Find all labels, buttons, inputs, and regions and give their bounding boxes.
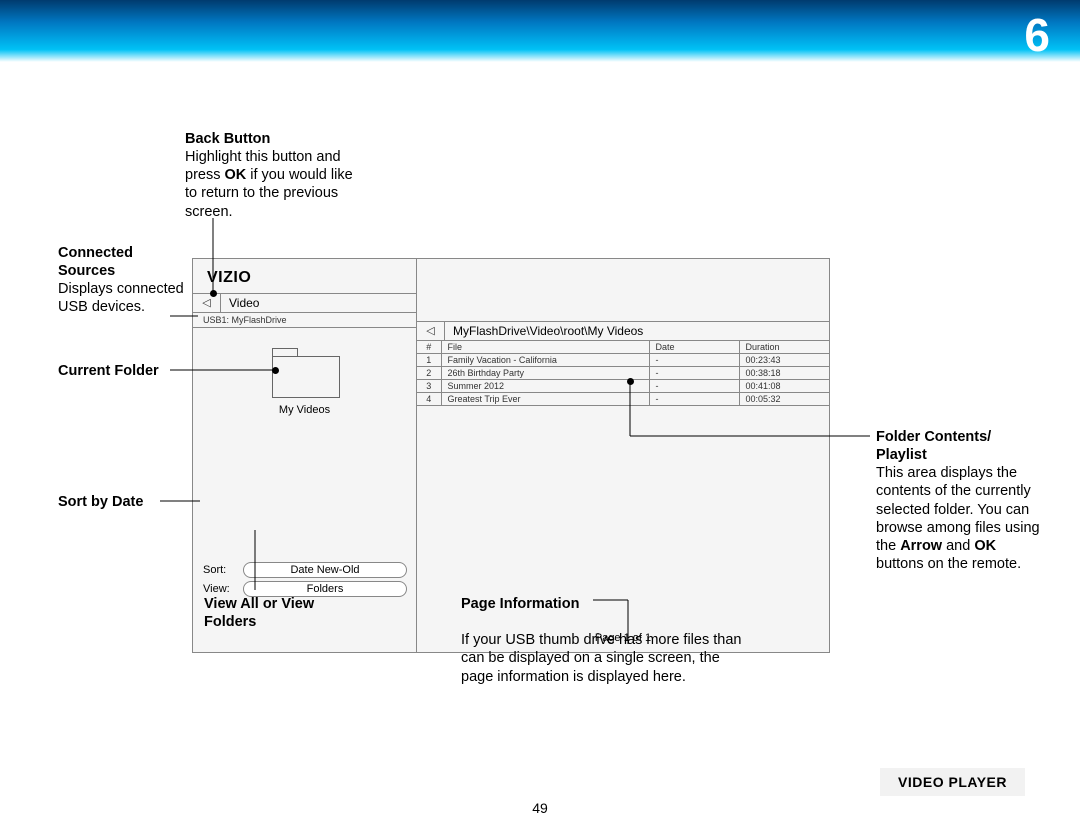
current-folder-area: My Videos [193,328,416,416]
table-row[interactable]: 226th Birthday Party-00:38:18 [417,367,829,380]
nav-title: Video [221,293,259,313]
cell-file: Greatest Trip Ever [441,393,649,406]
table-header-row: # File Date Duration [417,341,829,354]
cell-num: 3 [417,380,441,393]
col-date: Date [649,341,739,354]
file-table: # File Date Duration 1Family Vacation - … [417,341,829,406]
cell-date: - [649,354,739,367]
right-panel: ◁ MyFlashDrive\Video\root\My Videos # Fi… [417,259,829,652]
vizio-logo: VIZIO [193,259,416,293]
col-file: File [441,341,649,354]
cell-file: Summer 2012 [441,380,649,393]
cell-date: - [649,380,739,393]
cell-date: - [649,393,739,406]
callout-current-folder: Current Folder [58,362,184,380]
cell-duration: 00:23:43 [739,354,829,367]
callout-back-button: Back Button Highlight this button and pr… [185,130,355,221]
callout-connected-sources: Connected Sources Displays connected USB… [58,244,184,317]
table-row[interactable]: 4Greatest Trip Ever-00:05:32 [417,393,829,406]
col-duration: Duration [739,341,829,354]
callout-folder-contents: Folder Contents/ Playlist This area disp… [876,428,1042,573]
cell-file: 26th Birthday Party [441,367,649,380]
view-label: View: [203,583,243,595]
cell-num: 1 [417,354,441,367]
callout-page-info: Page Information If your USB thumb drive… [461,595,751,686]
cell-num: 2 [417,367,441,380]
callout-sort-by-date: Sort by Date [58,493,184,511]
path-text: MyFlashDrive\Video\root\My Videos [445,321,643,341]
folder-icon [272,348,338,396]
cell-date: - [649,367,739,380]
cell-file: Family Vacation - California [441,354,649,367]
left-sidebar: VIZIO ◁ Video USB1: MyFlashDrive My Vide… [193,259,417,652]
cell-duration: 00:41:08 [739,380,829,393]
leader-dot [272,367,279,374]
nav-row: ◁ Video [193,293,416,313]
col-num: # [417,341,441,354]
page-number: 49 [0,800,1080,816]
header-bar [0,0,1080,62]
leader-dot [627,378,634,385]
cell-duration: 00:38:18 [739,367,829,380]
path-bar: ◁ MyFlashDrive\Video\root\My Videos [417,321,829,341]
cell-duration: 00:05:32 [739,393,829,406]
chapter-number: 6 [1024,8,1050,62]
callout-view-mode: View All or View Folders [204,595,334,631]
tv-screenshot-panel: VIZIO ◁ Video USB1: MyFlashDrive My Vide… [192,258,830,653]
leader-dot [210,290,217,297]
sort-value[interactable]: Date New-Old [243,562,407,578]
current-folder-name: My Videos [193,404,416,416]
section-title: VIDEO PLAYER [880,768,1025,796]
sort-label: Sort: [203,564,243,576]
table-row[interactable]: 3Summer 2012-00:41:08 [417,380,829,393]
table-row[interactable]: 1Family Vacation - California-00:23:43 [417,354,829,367]
cell-num: 4 [417,393,441,406]
usb-source-label[interactable]: USB1: MyFlashDrive [193,313,416,328]
back-button-icon[interactable]: ◁ [193,293,221,313]
path-back-icon[interactable]: ◁ [417,321,445,341]
